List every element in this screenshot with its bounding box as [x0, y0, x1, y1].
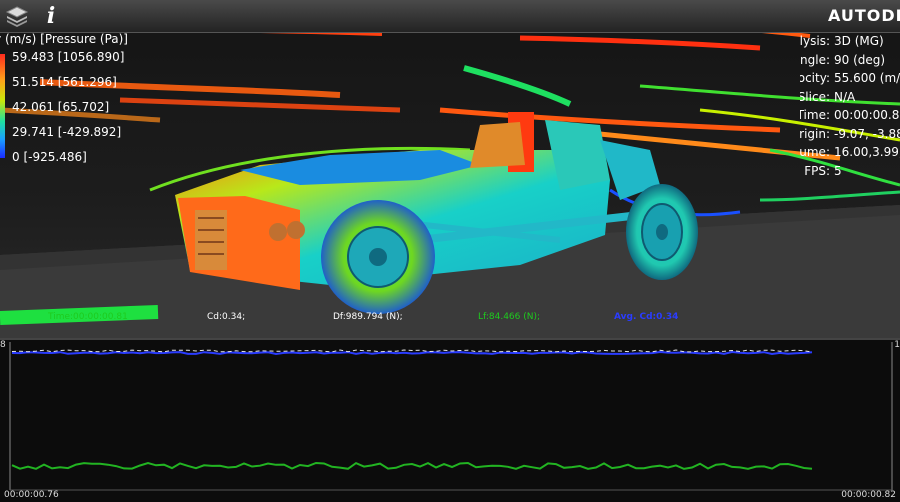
info-value: 16.00,3.99,3.99 — [834, 145, 900, 159]
info-value: 90 (deg) — [834, 52, 886, 67]
info-row: Slice: N/A — [800, 88, 900, 106]
avg-cd-series-line — [11, 350, 813, 356]
layers-button[interactable] — [2, 2, 32, 30]
analysis-info-panel: Analysis: 3D (MG) Angle: 90 (deg) Velocity: 5… — [800, 32, 900, 192]
info-value: -9.07, -3.88, -0.01 — [834, 126, 900, 141]
legend-tick: 29.741 [-429.892] — [12, 125, 122, 139]
info-key: Origin: — [800, 126, 830, 141]
legend-tick: 59.483 [1056.890] — [12, 50, 125, 64]
info-value: 5 — [834, 163, 842, 178]
autodesk-logo: AUTODESK — [824, 6, 900, 25]
info-row: Volume: 16.00,3.99,3.99 — [800, 143, 900, 161]
info-button[interactable]: i — [36, 2, 66, 30]
status-lf: Lf:84.466 (N); — [478, 312, 541, 322]
legend-tick: 0 [-925.486] — [12, 150, 87, 164]
info-key: FPS: — [804, 163, 830, 178]
info-value: 3D (MG) — [834, 34, 884, 48]
info-row: Angle: 90 (deg) — [800, 51, 900, 69]
legend-tick: 51.514 [561.296] — [12, 75, 117, 89]
x-axis-start-label: 00:00:00.76 — [4, 490, 59, 500]
layers-icon — [5, 6, 29, 27]
info-value: N/A — [834, 89, 856, 104]
info-value: 00:00:00.81 — [834, 108, 900, 122]
info-icon: i — [46, 3, 56, 29]
legend-color-bar — [0, 54, 5, 158]
info-row: FPS: 5 — [800, 162, 900, 180]
status-time: Time:00:00:00.81 — [48, 312, 128, 322]
status-df: Df:989.794 (N); — [333, 312, 403, 322]
lf-series-line — [11, 461, 813, 470]
info-row: Velocity: 55.600 (m/s) — [800, 69, 900, 87]
plot-canvas — [9, 342, 893, 491]
status-cd: Cd:0.34; — [207, 312, 246, 322]
info-key: Volume: — [800, 145, 830, 159]
info-row: Analysis: 3D (MG) — [800, 32, 900, 50]
time-history-plot[interactable]: 8 1 00:00:00.76 00:00:00.82 — [0, 338, 900, 502]
right-axis-label: 1 — [894, 340, 900, 350]
info-key: Velocity: — [800, 71, 830, 85]
3d-viewport[interactable]: i AUTODESK Velocity (m/s) [Pressure (Pa)… — [0, 0, 900, 338]
info-key: Slice: — [800, 89, 830, 104]
info-row: Origin: -9.07, -3.88, -0.01 — [800, 125, 900, 143]
results-status-bar: Time:00:00:00.81 Cd:0.34; Df:989.794 (N)… — [0, 308, 900, 326]
info-key: Angle: — [800, 52, 830, 67]
info-value: 55.600 (m/s) — [834, 71, 900, 85]
info-row: Time: 00:00:00.81 — [800, 106, 900, 124]
legend-tick: 42.061 [65.702] — [12, 100, 110, 114]
cfd-scene — [0, 0, 900, 325]
left-axis-label: 8 — [0, 340, 6, 350]
legend-title: Velocity (m/s) [Pressure (Pa)] — [0, 32, 128, 46]
car-model — [175, 112, 698, 314]
x-axis-end-label: 00:00:00.82 — [841, 490, 896, 500]
info-key: Analysis: — [800, 34, 830, 48]
top-toolbar: i AUTODESK — [0, 0, 900, 33]
info-key: Time: — [800, 108, 830, 122]
status-avg-cd: Avg. Cd:0.34 — [614, 312, 679, 322]
